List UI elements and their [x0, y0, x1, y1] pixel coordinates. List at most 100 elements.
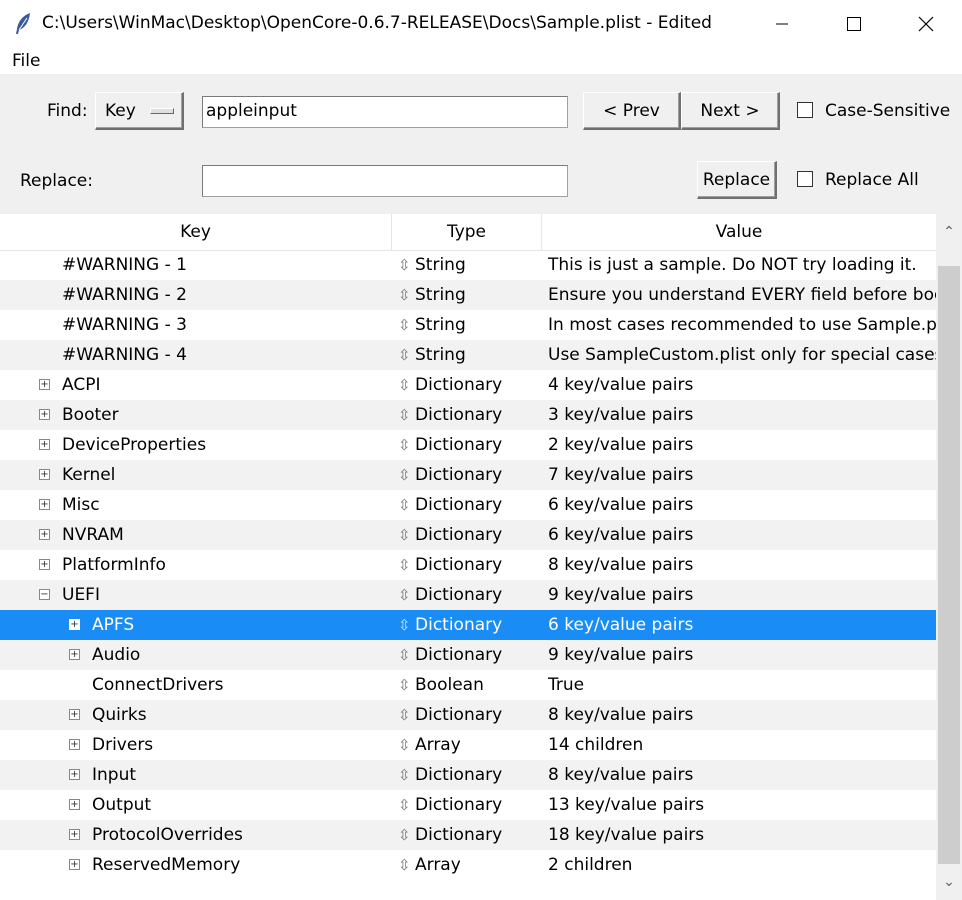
up-down-arrow-icon: ⇳	[398, 646, 411, 664]
expand-icon[interactable]: +	[39, 469, 50, 480]
next-button[interactable]: Next >	[681, 92, 780, 130]
expand-icon[interactable]: +	[39, 529, 50, 540]
tree-cell-type[interactable]: ⇳ Dictionary	[392, 550, 542, 580]
collapse-icon[interactable]: −	[39, 589, 50, 600]
tree-type-label: Dictionary	[415, 525, 503, 545]
tree-row[interactable]: #WARNING - 3 ⇳ String In most cases recomme…	[0, 310, 936, 340]
tree-row[interactable]: + Quirks ⇳ Dictionary 8 key/value pairs	[0, 700, 936, 730]
tree-cell-key: + Quirks	[0, 700, 392, 730]
close-button[interactable]	[890, 0, 962, 48]
replace-all-checkbox[interactable]	[797, 171, 813, 187]
expand-icon[interactable]: +	[39, 499, 50, 510]
expand-icon[interactable]: +	[69, 829, 80, 840]
tree-type-label: String	[415, 315, 466, 335]
tree-key-label: Kernel	[62, 465, 116, 485]
tree-cell-type[interactable]: ⇳ Dictionary	[392, 490, 542, 520]
tree-cell-key: #WARNING - 1	[0, 250, 392, 280]
tree-cell-type[interactable]: ⇳ Dictionary	[392, 760, 542, 790]
tree-cell-type[interactable]: ⇳ String	[392, 280, 542, 310]
tree-cell-type[interactable]: ⇳ Dictionary	[392, 820, 542, 850]
tree-type-label: Dictionary	[415, 375, 503, 395]
find-type-menu[interactable]: Key	[95, 92, 184, 130]
tree-cell-type[interactable]: ⇳ String	[392, 340, 542, 370]
tree-cell-type[interactable]: ⇳ Dictionary	[392, 700, 542, 730]
close-icon	[918, 16, 934, 32]
scroll-up-arrow-icon[interactable]: ⌃	[936, 214, 962, 250]
tree-row[interactable]: + APFS ⇳ Dictionary 6 key/value pairs	[0, 610, 936, 640]
expand-icon[interactable]: +	[39, 409, 50, 420]
tree-cell-type[interactable]: ⇳ Array	[392, 850, 542, 880]
tree-row[interactable]: #WARNING - 4 ⇳ String Use SampleCustom.plis…	[0, 340, 936, 370]
tree-cell-value: 13 key/value pairs	[548, 795, 705, 815]
expand-icon[interactable]: +	[69, 709, 80, 720]
expand-icon[interactable]: +	[39, 559, 50, 570]
column-header-type[interactable]: Type	[392, 214, 542, 250]
expand-icon[interactable]: +	[69, 859, 80, 870]
maximize-button[interactable]	[818, 0, 890, 48]
tree-row[interactable]: #WARNING - 2 ⇳ String Ensure you understand…	[0, 280, 936, 310]
tree-cell-key: + Booter	[0, 400, 392, 430]
column-header-key[interactable]: Key	[0, 214, 392, 250]
tree-cell-type[interactable]: ⇳ Dictionary	[392, 790, 542, 820]
tree-row[interactable]: + PlatformInfo ⇳ Dictionary 8 key/value pair…	[0, 550, 936, 580]
tree-row[interactable]: + Misc ⇳ Dictionary 6 key/value pairs	[0, 490, 936, 520]
find-replace-panel: Find: Key appleinput < Prev Next > Case-…	[0, 74, 962, 214]
tree-row[interactable]: #WARNING - 1 ⇳ String This is just a sample…	[0, 250, 936, 280]
expand-icon[interactable]: +	[39, 379, 50, 390]
tree-row[interactable]: + ACPI ⇳ Dictionary 4 key/value pairs	[0, 370, 936, 400]
replace-input[interactable]	[202, 165, 568, 197]
tree-type-label: String	[415, 255, 466, 275]
tree-cell-type[interactable]: ⇳ Dictionary	[392, 460, 542, 490]
column-header-value[interactable]: Value	[542, 214, 936, 250]
expand-icon[interactable]: +	[69, 619, 80, 630]
maximize-icon	[847, 17, 861, 31]
up-down-arrow-icon: ⇳	[398, 556, 411, 574]
tree-row[interactable]: + Kernel ⇳ Dictionary 7 key/value pairs	[0, 460, 936, 490]
tree-key-label: #WARNING - 3	[62, 315, 187, 335]
tree-cell-type[interactable]: ⇳ Dictionary	[392, 400, 542, 430]
tree-cell-type[interactable]: ⇳ Dictionary	[392, 580, 542, 610]
up-down-arrow-icon: ⇳	[398, 346, 411, 364]
tree-row[interactable]: + NVRAM ⇳ Dictionary 6 key/value pairs	[0, 520, 936, 550]
prev-button[interactable]: < Prev	[583, 92, 681, 130]
tree-row[interactable]: + Audio ⇳ Dictionary 9 key/value pairs	[0, 640, 936, 670]
tree-cell-type[interactable]: ⇳ Dictionary	[392, 520, 542, 550]
scrollbar-thumb[interactable]	[938, 266, 960, 864]
scroll-down-arrow-icon[interactable]: ⌄	[936, 864, 962, 900]
up-down-arrow-icon: ⇳	[398, 766, 411, 784]
tree-cell-type[interactable]: ⇳ String	[392, 310, 542, 340]
tree-cell-type[interactable]: ⇳ Dictionary	[392, 640, 542, 670]
tree-cell-key: + Audio	[0, 640, 392, 670]
tree-row[interactable]: + Input ⇳ Dictionary 8 key/value pairs	[0, 760, 936, 790]
tree-type-label: Dictionary	[415, 795, 503, 815]
menu-file[interactable]: File	[12, 51, 40, 71]
tree-row[interactable]: ConnectDrivers ⇳ Boolean True	[0, 670, 936, 700]
tree-cell-type[interactable]: ⇳ Dictionary	[392, 430, 542, 460]
tree-row[interactable]: + Booter ⇳ Dictionary 3 key/value pairs	[0, 400, 936, 430]
find-input[interactable]: appleinput	[202, 96, 568, 128]
replace-button[interactable]: Replace	[697, 161, 777, 199]
tree-cell-type[interactable]: ⇳ Boolean	[392, 670, 542, 700]
expand-icon[interactable]: +	[39, 439, 50, 450]
tree-key-label: Input	[92, 765, 137, 785]
expand-icon[interactable]: +	[69, 769, 80, 780]
tree-cell-type[interactable]: ⇳ String	[392, 250, 542, 280]
tree-key-label: Audio	[92, 645, 141, 665]
tree-cell-type[interactable]: ⇳ Dictionary	[392, 370, 542, 400]
expand-icon[interactable]: +	[69, 649, 80, 660]
tree-row[interactable]: + ReservedMemory ⇳ Array 2 children	[0, 850, 936, 880]
tree-cell-type[interactable]: ⇳ Dictionary	[392, 610, 542, 640]
tree-key-label: Drivers	[92, 735, 154, 755]
expand-icon[interactable]: +	[69, 799, 80, 810]
tree-type-label: Dictionary	[415, 435, 503, 455]
expand-icon[interactable]: +	[69, 739, 80, 750]
tree-cell-type[interactable]: ⇳ Array	[392, 730, 542, 760]
case-sensitive-checkbox[interactable]	[797, 102, 813, 118]
tree-row[interactable]: + DeviceProperties ⇳ Dictionary 2 key/value …	[0, 430, 936, 460]
tree-row[interactable]: − UEFI ⇳ Dictionary 9 key/value pairs	[0, 580, 936, 610]
tree-row[interactable]: + Drivers ⇳ Array 14 children	[0, 730, 936, 760]
tree-row[interactable]: + Output ⇳ Dictionary 13 key/value pairs	[0, 790, 936, 820]
minimize-button[interactable]	[746, 0, 818, 48]
tree-row[interactable]: + ProtocolOverrides ⇳ Dictionary 18 key/valu…	[0, 820, 936, 850]
vertical-scrollbar[interactable]: ⌃ ⌄	[936, 214, 962, 900]
